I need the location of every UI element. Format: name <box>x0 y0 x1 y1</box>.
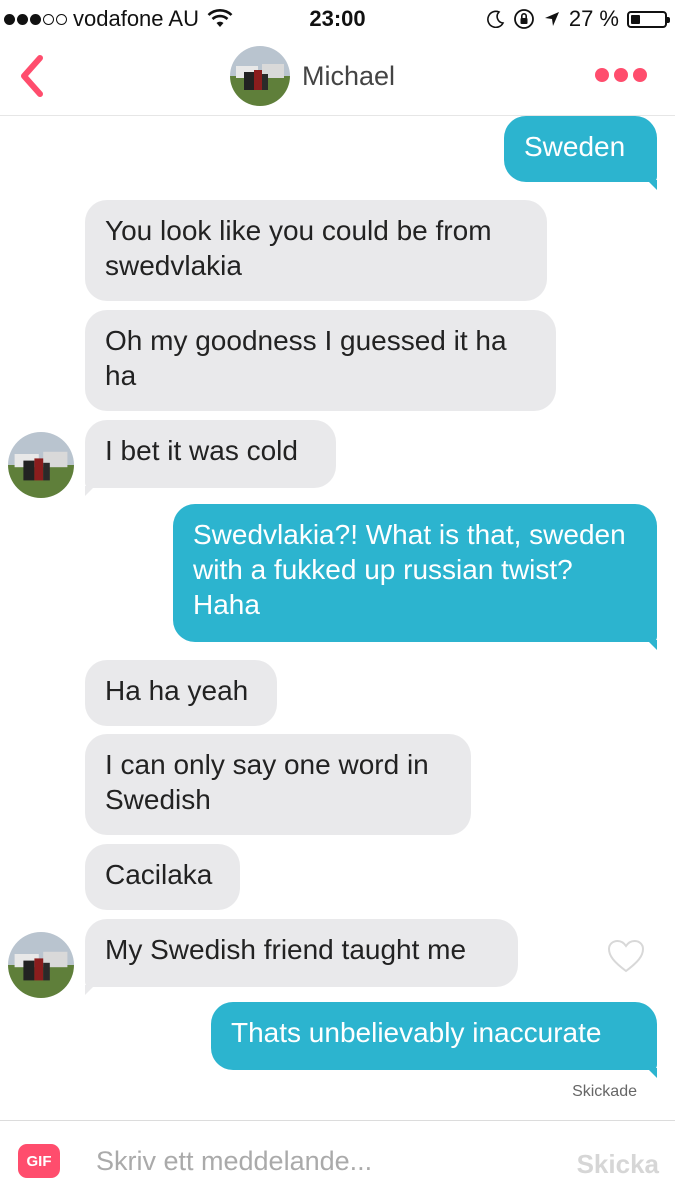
bubble-tail <box>647 640 657 650</box>
message-bubble-outgoing[interactable]: Swedvlakia?! What is that, sweden with a… <box>173 504 657 642</box>
message-bubble-outgoing[interactable]: Thats unbelievably inaccurate <box>211 1002 657 1070</box>
battery-percent: 27 % <box>568 6 619 31</box>
message-bubble-incoming[interactable]: Oh my goodness I guessed it ha ha <box>85 310 556 411</box>
chevron-left-icon[interactable] <box>14 54 50 98</box>
heart-icon[interactable] <box>606 938 646 974</box>
message-bubble-incoming[interactable]: I can only say one word in Swedish <box>85 734 471 835</box>
more-dots-icon[interactable] <box>595 68 647 82</box>
rotation-lock-icon <box>513 9 534 29</box>
message-input[interactable] <box>96 1139 536 1183</box>
bubble-tail <box>85 486 95 496</box>
status-bar: vodafone AU 23:00 27 % <box>0 0 675 38</box>
send-button[interactable]: Skicka <box>577 1149 659 1180</box>
bubble-tail <box>647 180 657 190</box>
gif-button[interactable]: GIF <box>18 1144 60 1178</box>
moon-icon <box>486 10 505 28</box>
avatar[interactable] <box>230 46 290 106</box>
message-bubble-incoming[interactable]: You look like you could be from swedvlak… <box>85 200 547 301</box>
battery-icon <box>627 10 670 28</box>
contact-name: Michael <box>302 60 396 91</box>
avatar[interactable] <box>8 432 74 498</box>
contact-info[interactable]: Michael <box>230 46 395 106</box>
chat-header: Michael <box>0 38 675 116</box>
status-icons: 27 % <box>486 6 670 32</box>
message-bubble-incoming[interactable]: I bet it was cold <box>85 420 336 488</box>
message-bubble-incoming[interactable]: My Swedish friend taught me <box>85 919 518 987</box>
message-bubble-incoming[interactable]: Ha ha yeah <box>85 660 277 726</box>
message-bubble-incoming[interactable]: Cacilaka <box>85 844 240 910</box>
location-arrow-icon <box>544 12 559 26</box>
message-bubble-outgoing[interactable]: Sweden <box>504 116 657 182</box>
avatar[interactable] <box>8 932 74 998</box>
bubble-tail <box>647 1068 657 1078</box>
bubble-tail <box>85 985 95 995</box>
sent-status: Skickade <box>572 1083 637 1100</box>
message-composer: GIF Skicka <box>0 1120 675 1201</box>
